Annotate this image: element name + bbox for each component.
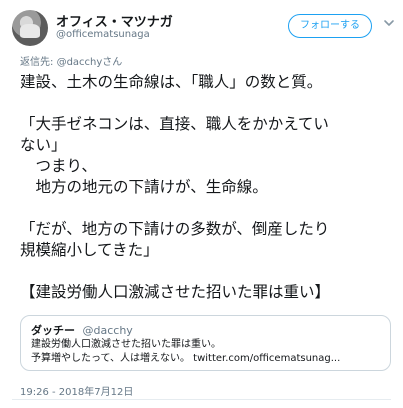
reply-to-prefix: 返信先:	[20, 57, 54, 68]
reply-to-context: 返信先: @dacchyさん	[20, 53, 122, 68]
avatar[interactable]	[12, 10, 48, 46]
quoted-author-name: ダッチー	[31, 324, 75, 337]
tweet-line: 建設、土木の生命線は、「職人」の数と質。	[20, 73, 323, 91]
quoted-tweet[interactable]: ダッチー @dacchy 建設労働人口激減させた招いた罪は重い。 予算増やしたっ…	[20, 315, 391, 371]
tweet-line: つまり、	[20, 157, 97, 175]
quoted-author-handle: @dacchy	[82, 324, 133, 337]
author-display-name[interactable]: オフィス・マツナガ	[56, 11, 173, 30]
quoted-tweet-line: 建設労働人口激減させた招いた罪は重い。	[31, 339, 221, 350]
tweet-line: 地方の地元の下請けが、生命線。	[20, 178, 268, 196]
divider	[12, 399, 391, 400]
tweet-line: ない」	[20, 136, 67, 154]
quoted-tweet-header: ダッチー @dacchy	[31, 322, 380, 338]
quoted-tweet-line: 予算増やしたって、人は増えない。 twitter.com/officematsu…	[31, 353, 341, 364]
author-handle[interactable]: @officematsunaga	[56, 29, 150, 40]
tweet-header: オフィス・マツナガ @officematsunaga フォローする	[12, 8, 394, 48]
tweet-line: 【建設労働人口激減させた招いた罪は重い】	[20, 283, 331, 301]
tweet-line	[20, 93, 390, 114]
chevron-down-icon[interactable]	[382, 16, 396, 30]
tweet-line	[20, 198, 390, 219]
tweet-line	[20, 261, 390, 282]
tweet-text: 建設、土木の生命線は、「職人」の数と質。 「大手ゼネコンは、直接、職人をかかえて…	[20, 72, 390, 303]
reply-to-handle[interactable]: @dacchyさん	[57, 57, 123, 68]
follow-button[interactable]: フォローする	[288, 14, 372, 38]
tweet-timestamp[interactable]: 19:26 - 2018年7月12日	[20, 383, 133, 398]
tweet-line: 「大手ゼネコンは、直接、職人をかかえてい	[20, 115, 329, 133]
tweet-line: 規模縮小してきた」	[20, 241, 159, 259]
tweet-line: 「だが、地方の下請けの多数が、倒産したり	[20, 220, 330, 238]
